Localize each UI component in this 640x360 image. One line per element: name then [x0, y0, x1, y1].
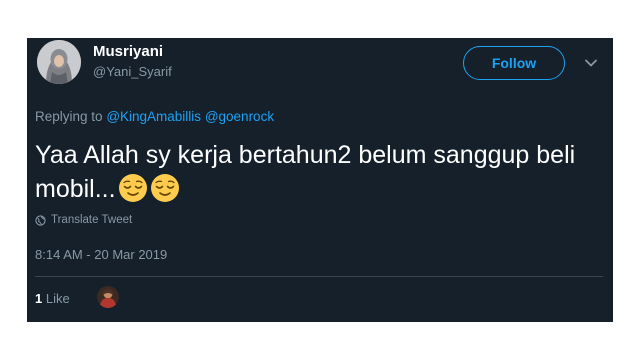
user-avatar[interactable]	[37, 40, 81, 84]
tweet-timestamp[interactable]: 8:14 AM - 20 Mar 2019	[35, 247, 167, 262]
divider	[35, 276, 603, 277]
follow-button[interactable]: Follow	[463, 46, 565, 80]
tweet-card: Musriyani @Yani_Syarif Follow Replying t…	[27, 38, 613, 322]
tweet-text: Yaa Allah sy kerja bertahun2 belum sangg…	[35, 138, 595, 212]
translate-label: Translate Tweet	[51, 214, 133, 226]
globe-icon	[35, 214, 46, 226]
display-name[interactable]: Musriyani	[93, 43, 163, 60]
like-count[interactable]: 1 Like	[35, 291, 70, 306]
chevron-down-icon[interactable]	[584, 56, 598, 70]
relieved-face-emoji	[118, 173, 148, 212]
relieved-face-emoji	[150, 173, 180, 212]
replying-to-label: Replying to	[35, 109, 103, 124]
user-handle[interactable]: @Yani_Syarif	[93, 64, 172, 79]
tweet-body: Yaa Allah sy kerja bertahun2 belum sangg…	[35, 141, 576, 203]
like-count-label: Like	[45, 291, 70, 306]
avatar-image	[37, 40, 81, 84]
liker-avatar[interactable]	[97, 286, 119, 308]
mention-link[interactable]: @KingAmabillis	[106, 109, 201, 124]
mention-link[interactable]: @goenrock	[205, 109, 274, 124]
liker-avatar-image	[97, 286, 119, 308]
replying-to: Replying to @KingAmabillis @goenrock	[35, 109, 274, 124]
translate-tweet-link[interactable]: Translate Tweet	[35, 214, 132, 226]
like-count-number: 1	[35, 291, 43, 306]
